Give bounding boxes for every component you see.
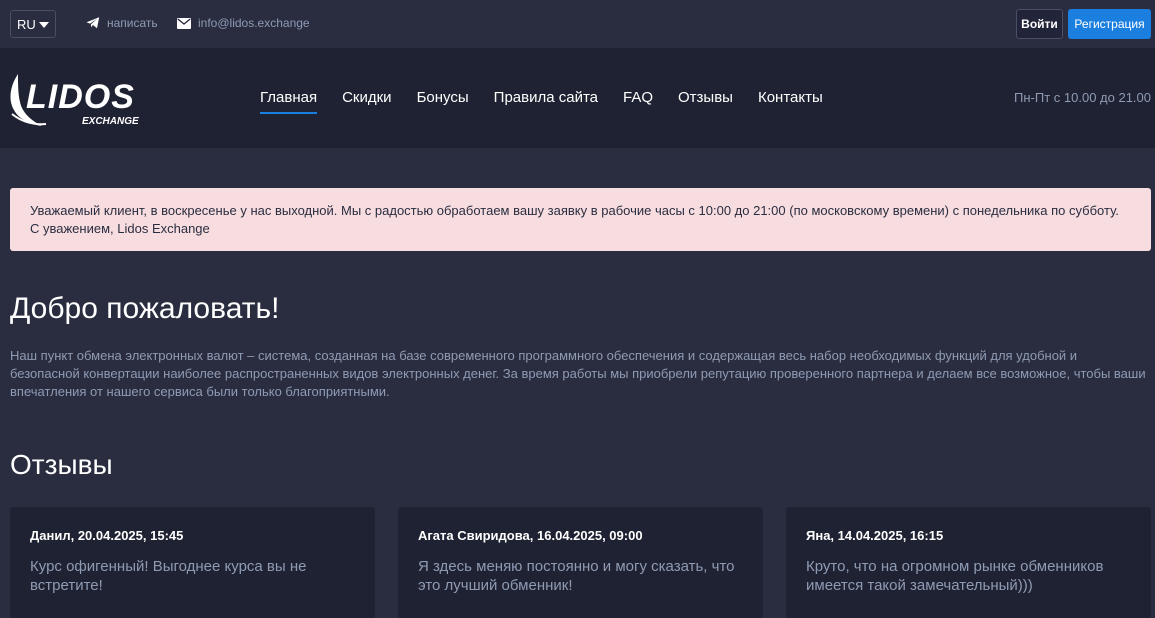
nav-item-contacts[interactable]: Контакты <box>758 89 823 114</box>
telegram-label: написать <box>107 16 158 30</box>
review-text: Круто, что на огромном рынке обменников … <box>806 558 1104 594</box>
top-bar: RU написать info@lidos.exchange Войти Ре… <box>0 0 1155 48</box>
review-card: Данил, 20.04.2025, 15:45 Курс офигенный!… <box>10 507 375 618</box>
review-author: Данил, 20.04.2025, 15:45 <box>30 528 184 543</box>
language-value: RU <box>17 16 36 32</box>
chevron-down-icon <box>39 22 49 28</box>
nav-item-faq[interactable]: FAQ <box>623 89 653 114</box>
language-select[interactable]: RU <box>10 10 56 38</box>
nav-item-home[interactable]: Главная <box>260 89 318 114</box>
working-hours: Пн-Пт с 10.00 до 21.00 <box>1014 90 1151 105</box>
review-text: Курс офигенный! Выгоднее курса вы не вст… <box>30 558 307 594</box>
site-header: LIDOS EXCHANGE Главная Скидки Бонусы Пра… <box>0 48 1155 148</box>
welcome-text: Наш пункт обмена электронных валют – сис… <box>10 348 1146 399</box>
nav-item-discounts[interactable]: Скидки <box>342 89 391 114</box>
register-button[interactable]: Регистрация <box>1068 9 1151 39</box>
telegram-icon <box>86 17 100 29</box>
review-text: Я здесь меняю постоянно и могу сказать, … <box>418 558 735 594</box>
review-card: Агата Свиридова, 16.04.2025, 09:00 Я зде… <box>398 507 763 618</box>
nav-item-rules[interactable]: Правила сайта <box>494 89 598 114</box>
review-author: Агата Свиридова, 16.04.2025, 09:00 <box>418 528 643 543</box>
reviews-title: Отзывы <box>10 449 113 480</box>
logo[interactable]: LIDOS EXCHANGE <box>8 68 140 130</box>
holiday-alert: Уважаемый клиент, в воскресенье у нас вы… <box>10 188 1151 251</box>
email-link[interactable]: info@lidos.exchange <box>177 16 310 30</box>
review-card: Яна, 14.04.2025, 16:15 Круто, что на огр… <box>786 507 1151 618</box>
main-nav: Главная Скидки Бонусы Правила сайта FAQ … <box>260 89 848 114</box>
logo-subtext: EXCHANGE <box>82 116 139 127</box>
login-button[interactable]: Войти <box>1016 9 1063 39</box>
email-label: info@lidos.exchange <box>198 16 310 30</box>
review-author: Яна, 14.04.2025, 16:15 <box>806 528 944 543</box>
mail-icon <box>177 17 191 29</box>
nav-item-bonuses[interactable]: Бонусы <box>417 89 469 114</box>
telegram-link[interactable]: написать <box>86 16 158 30</box>
welcome-title: Добро пожаловать! <box>10 292 280 325</box>
nav-item-reviews[interactable]: Отзывы <box>678 89 733 114</box>
logo-text: LIDOS <box>26 78 135 116</box>
